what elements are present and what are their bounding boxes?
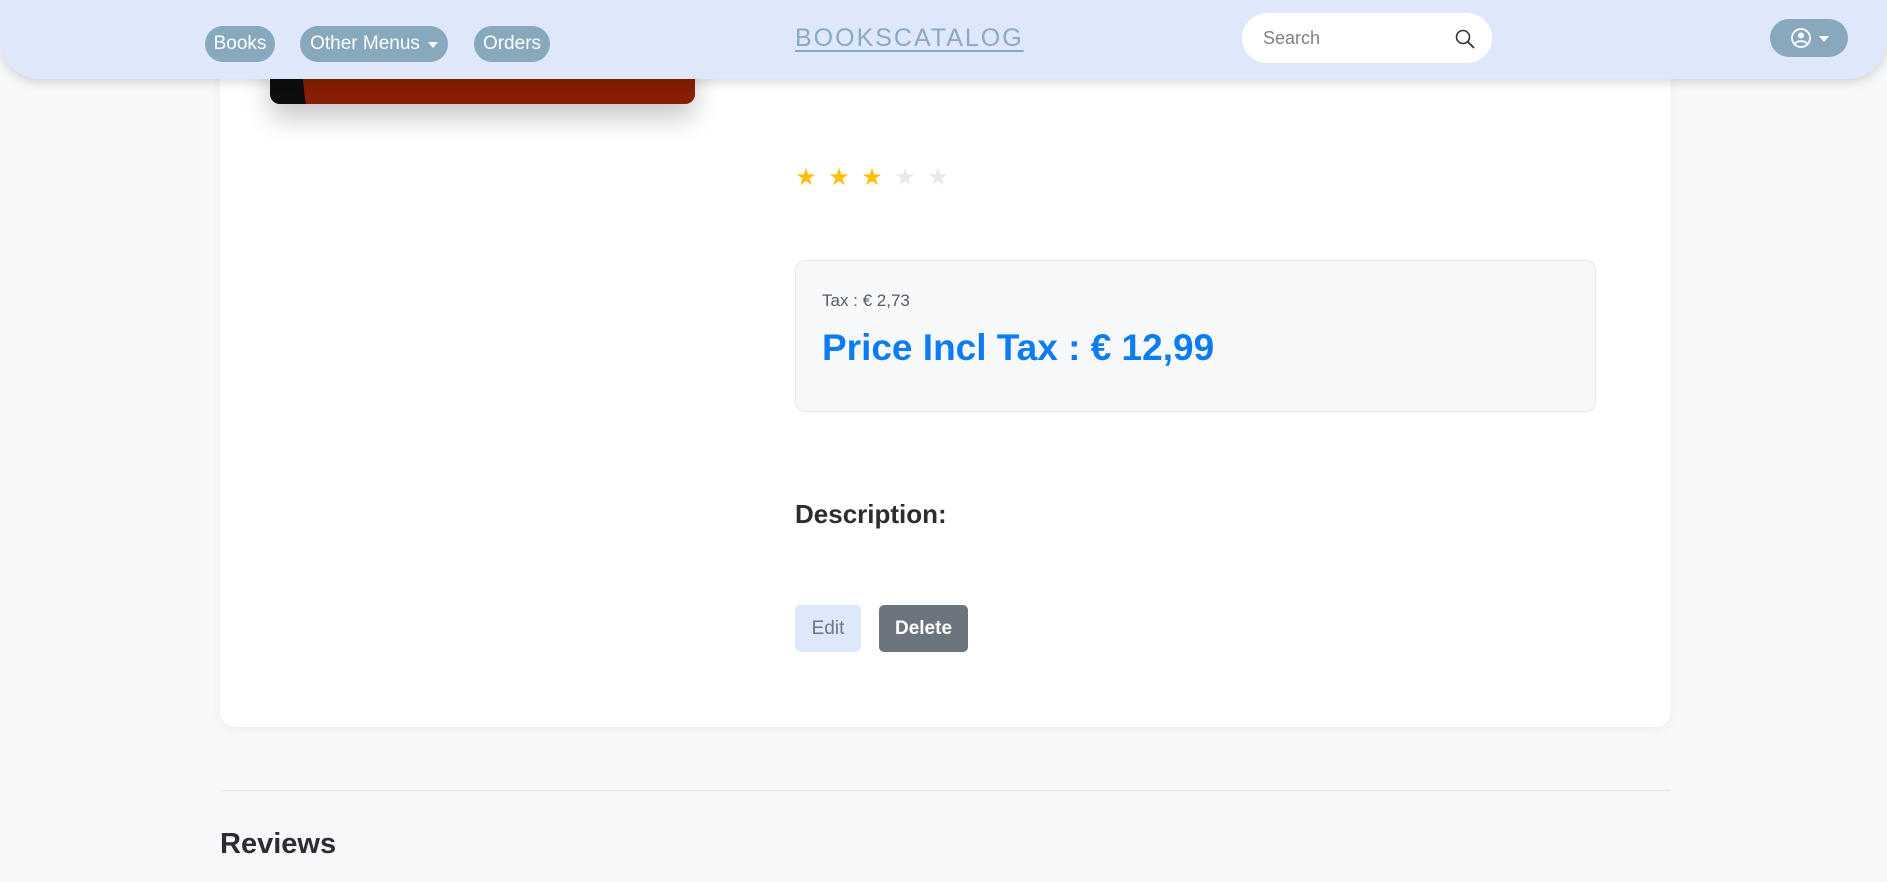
price-box: Tax : € 2,73 Price Incl Tax : € 12,99: [795, 260, 1596, 412]
brand-logo-link[interactable]: BOOKSCATALOG: [795, 24, 1024, 53]
caret-down-icon: [427, 41, 438, 48]
search-box: [1242, 13, 1492, 63]
tax-amount: Tax : € 2,73: [822, 291, 910, 310]
star-icon: ★: [795, 164, 817, 191]
nav-other-menus-label: Other Menus: [310, 33, 420, 54]
price-incl-tax: Price Incl Tax : € 12,99: [822, 327, 1215, 368]
delete-button[interactable]: Delete: [879, 605, 968, 652]
section-divider: [220, 790, 1671, 791]
user-menu-button[interactable]: [1770, 19, 1848, 57]
search-input[interactable]: [1263, 27, 1453, 49]
search-icon[interactable]: [1454, 28, 1476, 50]
nav-orders-label: Orders: [482, 33, 542, 54]
product-card: ★ ★ ★ ★ ★ Tax : € 2,73 Price Incl Tax : € 12…: [220, 0, 1671, 727]
user-circle-icon: [1790, 28, 1811, 48]
nav-books-label: Books: [213, 33, 267, 54]
nav-other-menus-dropdown[interactable]: Other Menus: [300, 26, 448, 62]
reviews-heading: Reviews: [220, 828, 337, 860]
top-navbar: Books Other Menus Orders BOOKSCATALOG: [0, 0, 1887, 79]
star-icon: ★: [828, 164, 850, 191]
nav-orders-button[interactable]: Orders: [474, 26, 550, 62]
book-detail-page: ★ ★ ★ ★ ★ Tax : € 2,73 Price Incl Tax : € 12…: [0, 0, 1887, 882]
description-label: Description:: [795, 499, 947, 529]
nav-books-button[interactable]: Books: [205, 26, 275, 62]
star-icon: ★: [861, 164, 883, 191]
caret-down-icon: [1818, 35, 1829, 42]
star-rating: ★ ★ ★ ★ ★: [795, 163, 949, 193]
star-icon: ★: [927, 164, 949, 191]
star-icon: ★: [894, 164, 916, 191]
edit-button[interactable]: Edit: [795, 605, 861, 652]
